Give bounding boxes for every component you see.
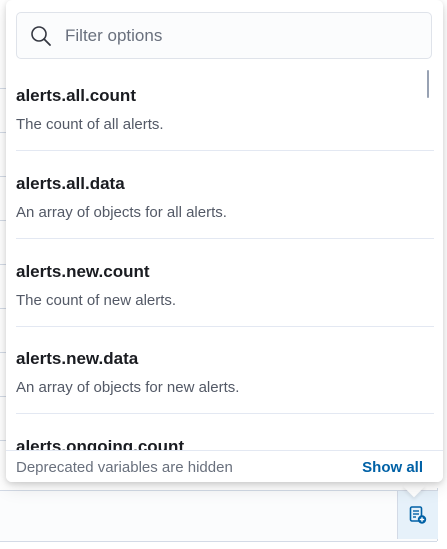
popover-footer: Deprecated variables are hidden Show all: [6, 450, 443, 482]
add-variable-button[interactable]: [397, 491, 438, 539]
message-textarea[interactable]: [0, 490, 437, 542]
option-description: An array of objects for new alerts.: [16, 379, 240, 396]
option-alerts-new-data[interactable]: alerts.new.data An array of objects for …: [16, 327, 434, 414]
filter-search-box[interactable]: [16, 12, 432, 59]
option-name: alerts.all.data: [16, 174, 125, 193]
option-alerts-all-count[interactable]: alerts.all.count The count of all alerts…: [16, 64, 434, 151]
options-list[interactable]: alerts.all.count The count of all alerts…: [6, 64, 443, 450]
option-alerts-ongoing-count[interactable]: alerts.ongoing.count: [16, 415, 434, 450]
option-description: An array of objects for all alerts.: [16, 204, 227, 221]
show-all-link[interactable]: Show all: [362, 459, 423, 476]
filter-options-input[interactable]: [65, 13, 425, 58]
search-icon: [31, 26, 51, 46]
list-scrollbar[interactable]: [427, 70, 429, 98]
option-description: The count of new alerts.: [16, 292, 177, 309]
option-alerts-all-data[interactable]: alerts.all.data An array of objects for …: [16, 152, 434, 239]
option-name: alerts.ongoing.count: [16, 437, 185, 450]
option-name: alerts.new.data: [16, 349, 139, 368]
deprecated-hidden-text: Deprecated variables are hidden: [16, 459, 233, 476]
option-name: alerts.all.count: [16, 86, 136, 105]
option-description: The count of all alerts.: [16, 116, 164, 133]
option-alerts-new-count[interactable]: alerts.new.count The count of new alerts…: [16, 240, 434, 327]
option-name: alerts.new.count: [16, 262, 150, 281]
variables-popover: alerts.all.count The count of all alerts…: [6, 0, 443, 482]
variables-icon: [409, 506, 427, 524]
